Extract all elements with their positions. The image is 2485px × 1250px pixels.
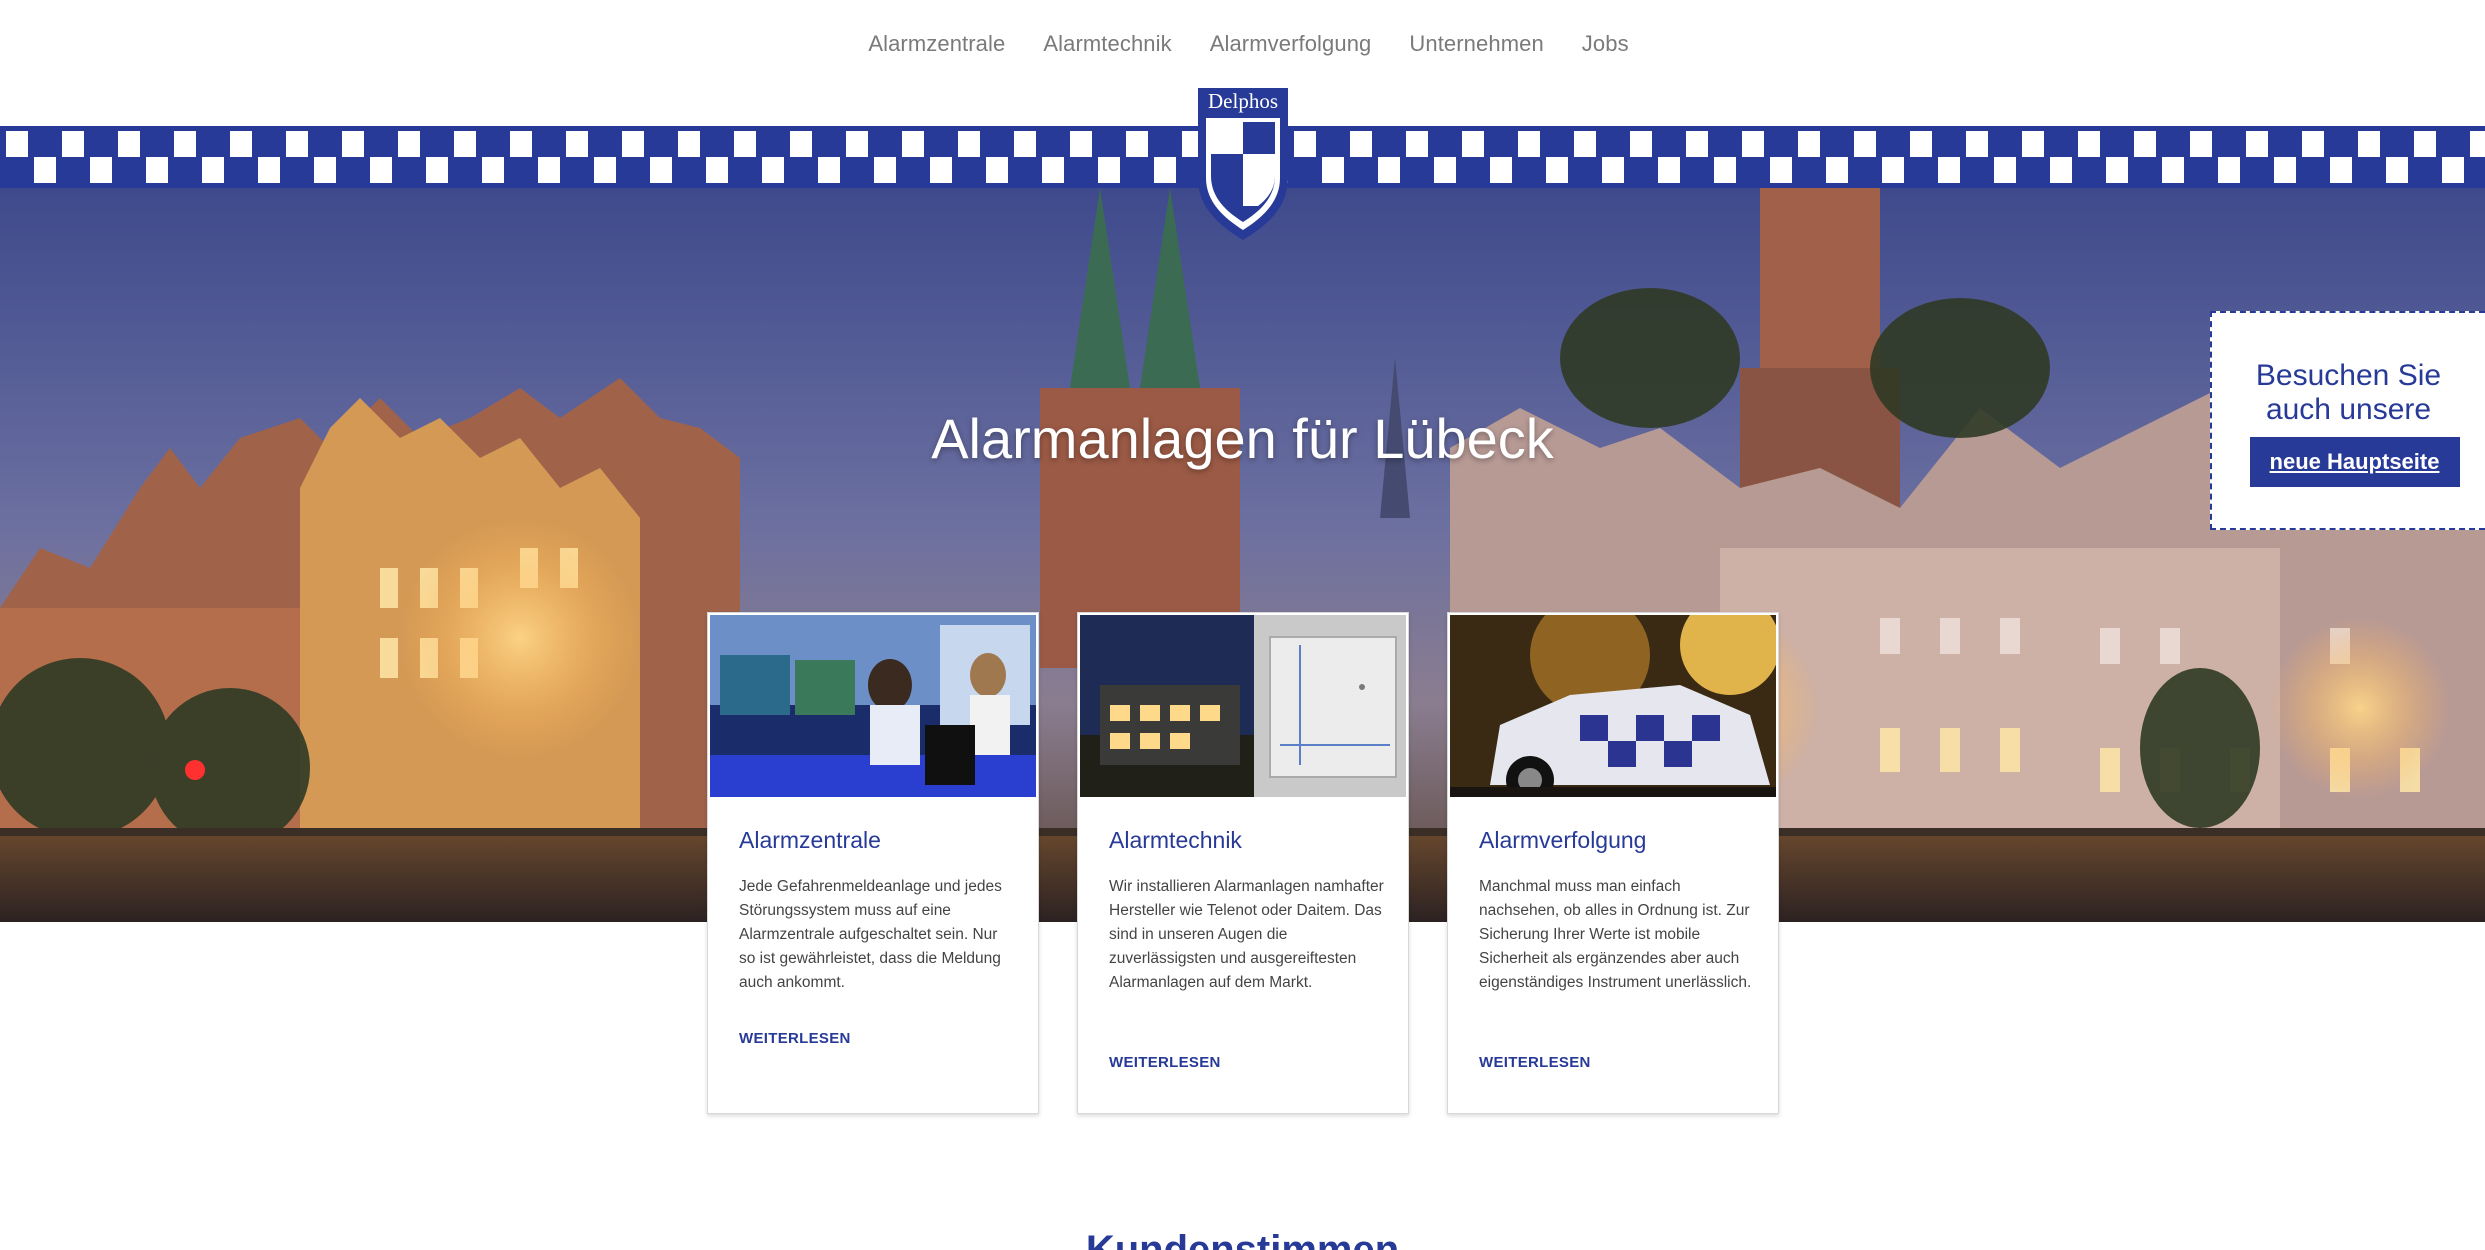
card-alarmzentrale: Alarmzentrale Jede Gefahrenmeldeanlage u… [707,612,1039,1114]
card-title: Alarmverfolgung [1479,827,1647,853]
read-more-link[interactable]: WEITERLESEN [1109,1054,1221,1071]
hero-title: Alarmanlagen für Lübeck [931,407,1554,470]
card-image-patrol-car [1450,615,1776,797]
main-nav: Alarmzentrale Alarmtechnik Alarmverfolgu… [0,0,2485,88]
nav-item-alarmtechnik[interactable]: Alarmtechnik [1043,31,1171,57]
card-title: Alarmzentrale [739,827,881,853]
card-text: Manchmal muss man einfach nachsehen, ob … [1479,878,1752,991]
nav-item-unternehmen[interactable]: Unternehmen [1409,31,1543,57]
card-image-alarm-panel [1080,615,1406,797]
card-text: Jede Gefahrenmeldeanlage und jedes Störu… [739,878,1002,991]
new-homepage-box: Besuchen Sie auch unsere neue Hauptseite [2210,311,2485,530]
testimonials-heading: Kundenstimmen [1085,1228,1400,1250]
nav-item-alarmverfolgung[interactable]: Alarmverfolgung [1210,31,1372,57]
read-more-link[interactable]: WEITERLESEN [1479,1054,1591,1071]
read-more-link[interactable]: WEITERLESEN [739,1030,851,1047]
nav-item-jobs[interactable]: Jobs [1582,31,1629,57]
card-alarmverfolgung: Alarmverfolgung Manchmal muss man einfac… [1447,612,1779,1114]
nav-item-alarmzentrale[interactable]: Alarmzentrale [868,31,1005,57]
new-homepage-button[interactable]: neue Hauptseite [2249,437,2460,487]
card-title: Alarmtechnik [1109,827,1242,853]
card-text: Wir installieren Alarmanlagen namhafter … [1109,878,1384,991]
delphos-logo[interactable]: Delphos [1196,86,1290,242]
shield-logo-icon: Delphos [1198,88,1288,240]
sidebox-line-1: Besuchen Sie [2255,359,2442,392]
sidebox-line-2: auch unsere [2265,393,2432,426]
page: Alarmzentrale Alarmtechnik Alarmverfolgu… [0,0,2485,1250]
logo-text: Delphos [1208,89,1278,113]
card-image-control-room [710,615,1036,797]
card-alarmtechnik: Alarmtechnik Wir installieren Alarmanlag… [1077,612,1409,1114]
